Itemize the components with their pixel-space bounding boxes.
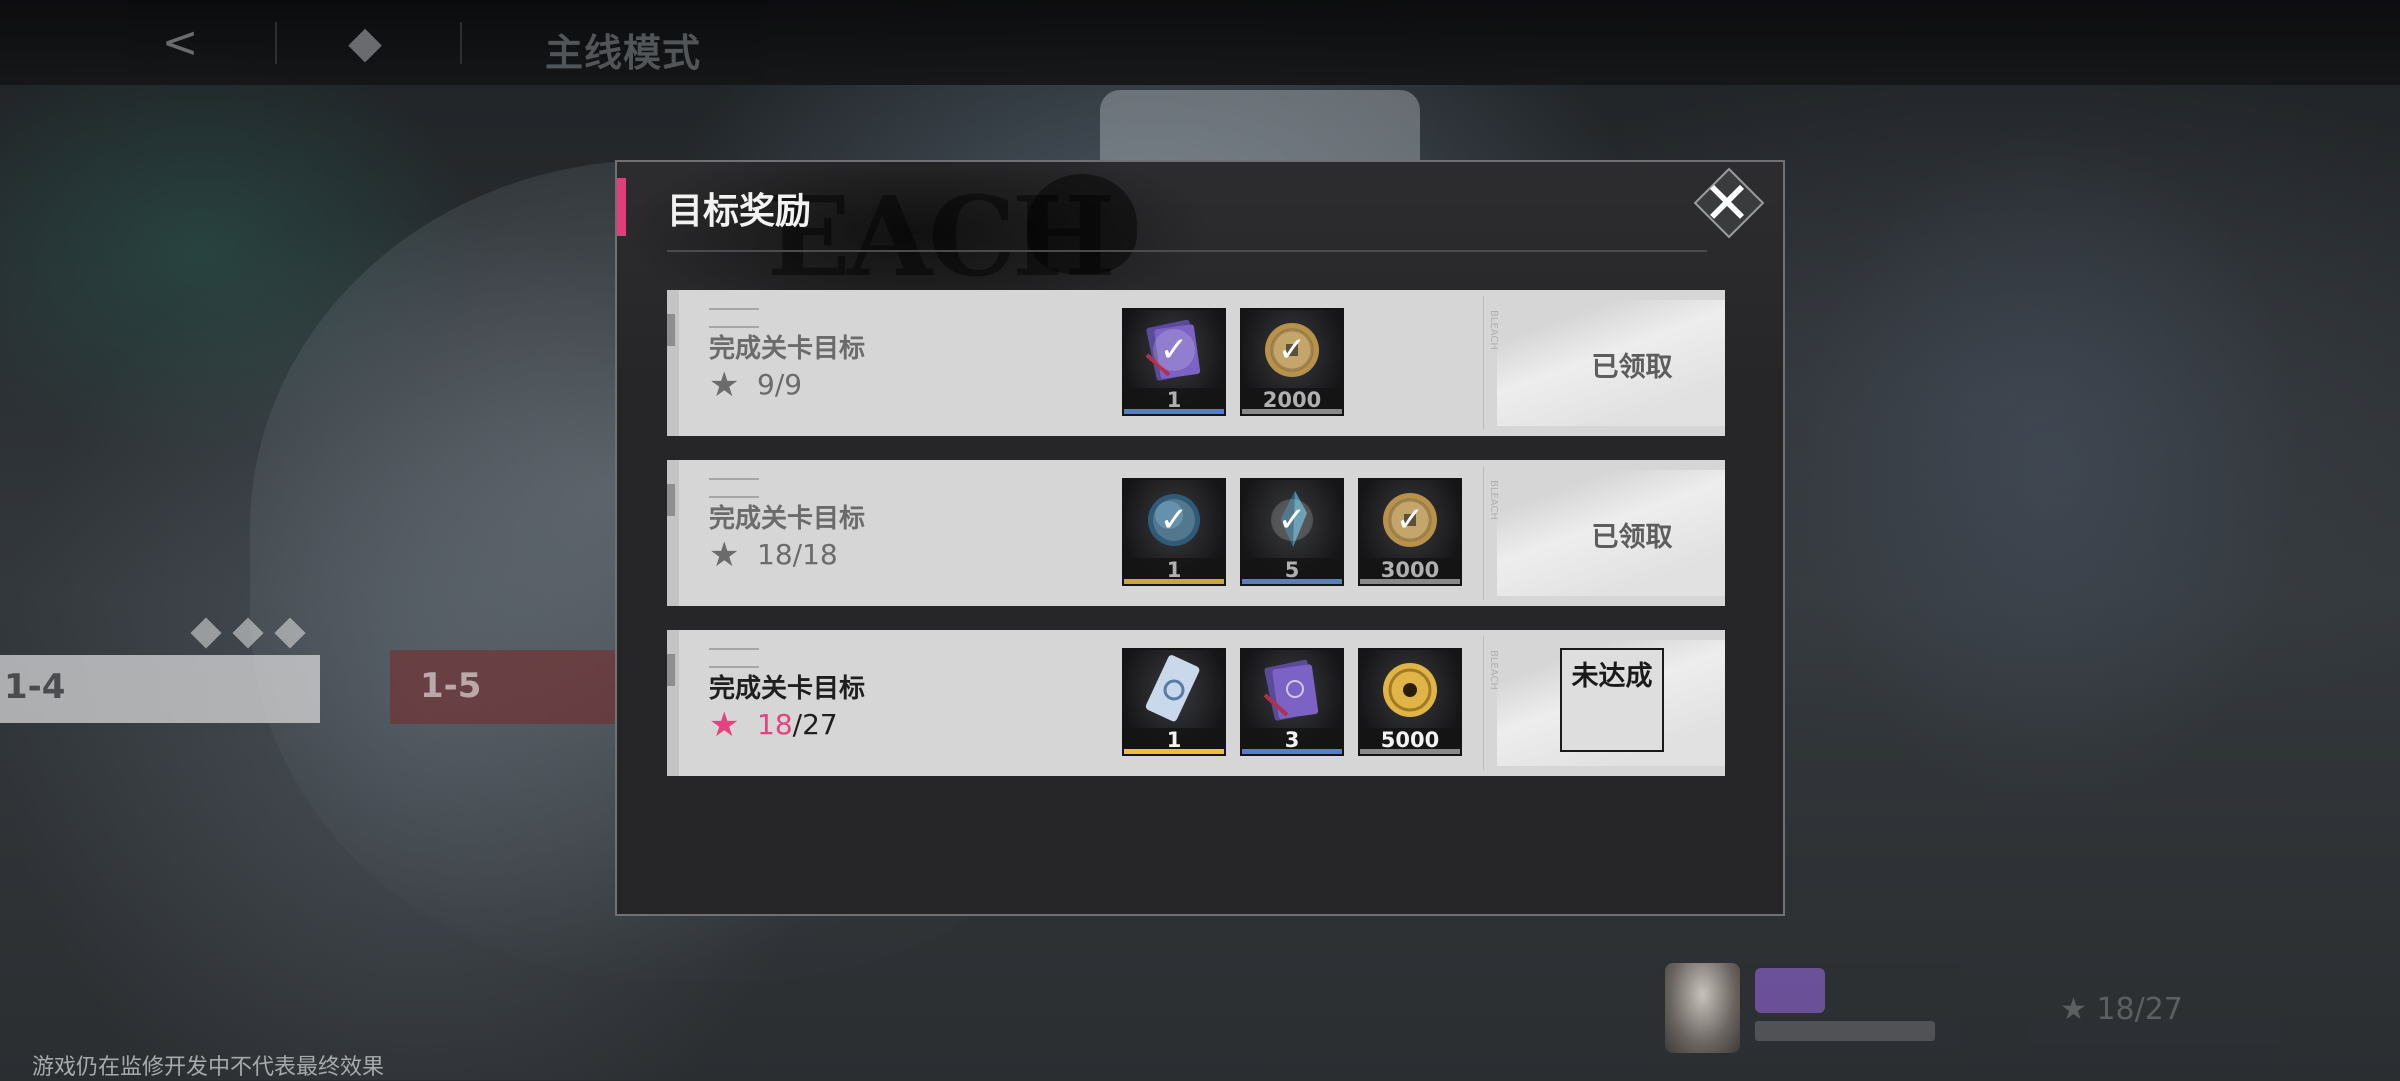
star-icon: ★: [709, 365, 740, 405]
purple-book-icon: [1257, 655, 1327, 729]
item-quantity: 5: [1284, 558, 1300, 582]
stage-node-left[interactable]: 1-4: [0, 655, 320, 723]
claim-status: 未达成: [1571, 661, 1653, 692]
reward-item[interactable]: 1: [1122, 648, 1226, 756]
reward-row: 完成关卡目标 ★ 18/27 1 3 5000 BLEACH 未达成: [667, 630, 1725, 776]
skull-emblem-icon: [1027, 174, 1137, 274]
reward-item[interactable]: 3: [1240, 648, 1344, 756]
item-quantity: 3000: [1380, 558, 1440, 582]
share-icon[interactable]: <: [155, 18, 205, 68]
progress-value: 18/27: [2096, 992, 2183, 1027]
claimed-check-icon: ✓: [1153, 328, 1195, 371]
item-quantity: 1: [1166, 388, 1182, 412]
reward-item[interactable]: 5000: [1358, 648, 1462, 756]
close-button[interactable]: ✕: [1690, 167, 1765, 239]
goal-label: 完成关卡目标: [709, 504, 866, 534]
row-divider: [1483, 636, 1484, 770]
stage-node-current[interactable]: 1-5: [390, 650, 620, 724]
item-quantity: 3: [1284, 728, 1300, 752]
divider: [460, 22, 462, 64]
dev-watermark: 游戏仍在监修开发中不代表最终效果: [32, 1055, 385, 1080]
title-accent: [617, 178, 626, 236]
row-edge: [667, 460, 679, 606]
team-name: [1755, 1021, 1935, 1041]
star-icon: ★: [2060, 992, 2097, 1027]
reward-item[interactable]: ✓ 3000: [1358, 478, 1462, 586]
stage-label: 1-5: [420, 666, 482, 706]
team-panel[interactable]: [1660, 963, 1960, 1063]
divider: [275, 22, 277, 64]
claim-status: 已领取: [1591, 352, 1673, 383]
row-deco: [709, 478, 759, 498]
reward-item[interactable]: ✓ 2000: [1240, 308, 1344, 416]
reward-row: 完成关卡目标 ★ 18/18 ✓ 1 ✓ 5 ✓ 3000 BLEACH 已领取: [667, 460, 1725, 606]
claim-status: 已领取: [1591, 522, 1673, 553]
goal-progress: 9/9: [757, 368, 802, 401]
progress-current: 9: [757, 368, 775, 401]
row-deco: [709, 648, 759, 668]
stage-stars: [190, 617, 321, 649]
goal-progress: 18/27: [757, 708, 838, 741]
mode-title: 主线模式: [545, 30, 702, 75]
row-divider: [1483, 466, 1484, 600]
avatar: [1665, 963, 1740, 1053]
stage-label: 1-4: [4, 667, 66, 707]
progress-current: 18: [757, 538, 793, 571]
reward-item[interactable]: ✓ 1: [1122, 308, 1226, 416]
gold-coin-icon: [1375, 655, 1445, 729]
character-badge: [1755, 968, 1825, 1013]
claimed-check-icon: ✓: [1271, 328, 1313, 371]
ticket-icon: [1137, 653, 1211, 731]
goal-progress: 18/18: [757, 538, 838, 571]
diamond-menu-icon[interactable]: ◆: [340, 18, 390, 68]
progress-total: /27: [792, 708, 838, 741]
reward-item[interactable]: ✓ 5: [1240, 478, 1344, 586]
row-divider: [1483, 296, 1484, 430]
title-underline: [667, 250, 1707, 252]
item-quantity: 2000: [1262, 388, 1322, 412]
progress-current: 18: [757, 708, 793, 741]
claimed-check-icon: ✓: [1153, 498, 1195, 541]
goal-label: 完成关卡目标: [709, 674, 866, 704]
reward-item[interactable]: ✓ 1: [1122, 478, 1226, 586]
progress-total: /18: [792, 538, 838, 571]
star-icon: ★: [709, 535, 740, 575]
background-shadow: [1800, 120, 2300, 820]
claimed-check-icon: ✓: [1271, 498, 1313, 541]
not-achieved-stamp: 未达成: [1560, 648, 1664, 752]
top-bar: < ◆ 主线模式: [0, 0, 2400, 85]
progress-total: /9: [774, 368, 803, 401]
stage-progress-panel[interactable]: ★ 18/27: [2030, 975, 2280, 1045]
goal-label: 完成关卡目标: [709, 334, 866, 364]
dialog-title: 目标奖励: [667, 190, 812, 232]
row-deco: [709, 308, 759, 328]
star-icon: ★: [709, 705, 740, 745]
claimed-check-icon: ✓: [1389, 498, 1431, 541]
item-quantity: 5000: [1380, 728, 1440, 752]
target-rewards-dialog: EACH 目标奖励 ✕ 完成关卡目标 ★ 9/9 ✓ 1 ✓ 2000 BLEA…: [615, 160, 1785, 916]
row-edge: [667, 290, 679, 436]
row-edge: [667, 630, 679, 776]
item-quantity: 1: [1166, 728, 1182, 752]
close-icon: ✕: [1702, 169, 1752, 237]
reward-row: 完成关卡目标 ★ 9/9 ✓ 1 ✓ 2000 BLEACH 已领取: [667, 290, 1725, 436]
item-quantity: 1: [1166, 558, 1182, 582]
